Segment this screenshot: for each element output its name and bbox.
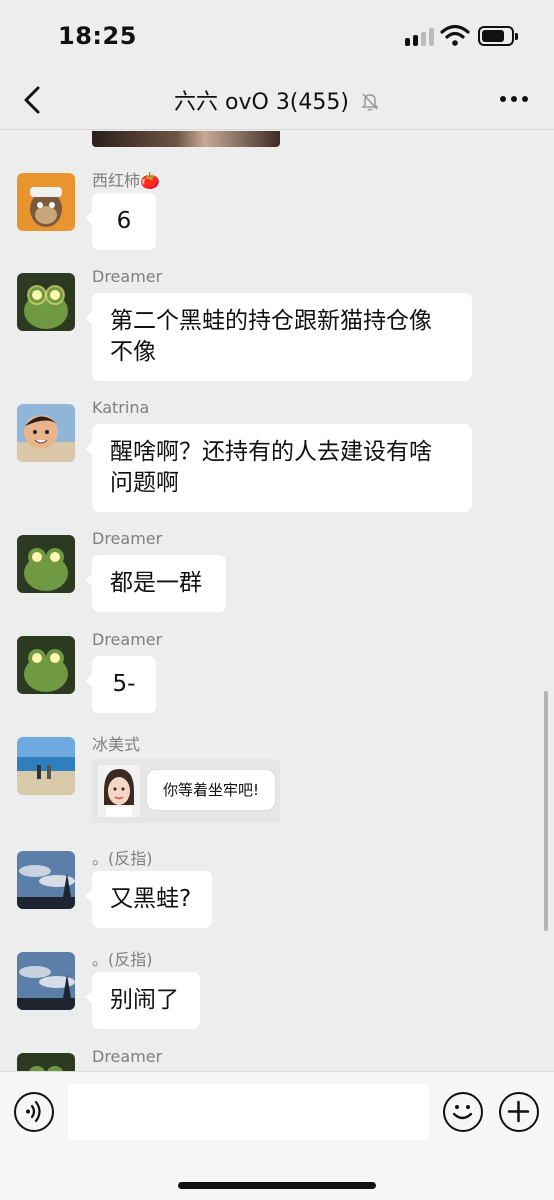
sticker-caption: 你等着坐牢吧! [146, 769, 276, 811]
voice-icon [26, 1100, 41, 1123]
sticker-face-image [98, 765, 140, 817]
wifi-icon [440, 24, 470, 46]
sender-name: 。(反指) [92, 849, 153, 868]
message-bubble[interactable]: 第二个黑蛙的持仓跟新猫持仓像不像 [85, 293, 472, 381]
status-bar: 18:25 [0, 0, 554, 72]
sender-name: Katrina [92, 398, 150, 417]
voice-input-button[interactable] [14, 1092, 54, 1132]
frog-avatar[interactable] [17, 636, 75, 694]
sticker-message[interactable]: 你等着坐牢吧! [92, 759, 280, 823]
child-avatar[interactable] [17, 404, 75, 462]
bored-ape-avatar[interactable] [17, 173, 75, 231]
scrollbar[interactable] [544, 691, 548, 931]
sky-avatar[interactable] [17, 952, 75, 1010]
message-bubble[interactable]: 醒啥啊？还持有的人去建设有啥问题啊 [85, 424, 472, 512]
battery-icon [478, 26, 518, 46]
cellular-signal-icon [405, 28, 435, 46]
smiley-icon [452, 1105, 473, 1120]
message-bubble[interactable]: 都是一群 [85, 555, 226, 612]
beach-avatar[interactable] [17, 737, 75, 795]
previous-image-message[interactable] [92, 131, 280, 147]
message-bubble[interactable]: 又黑蛙? [85, 871, 212, 928]
sender-name: 。(反指) [92, 950, 153, 969]
frog-avatar[interactable] [17, 535, 75, 593]
sender-name: Dreamer [92, 267, 163, 286]
sender-name: 冰美式 [92, 735, 141, 754]
sender-name: 西红柿🍅 [92, 171, 160, 190]
home-indicator[interactable] [178, 1182, 376, 1189]
chat-title-wrap[interactable]: 六六 ovO 3(455) [0, 84, 554, 116]
mute-bell-icon [361, 93, 379, 111]
chat-header: 六六 ovO 3(455) [0, 72, 554, 130]
sender-name: Dreamer [92, 1047, 163, 1066]
emoji-button[interactable] [443, 1092, 483, 1132]
frog-avatar[interactable] [17, 273, 75, 331]
sender-name: Dreamer [92, 630, 163, 649]
sender-name: Dreamer [92, 529, 163, 548]
message-input[interactable] [68, 1084, 429, 1140]
input-bar [0, 1071, 554, 1200]
plus-icon [507, 1100, 530, 1123]
message-list[interactable]: 西红柿🍅 6 Dreamer 第二个黑蛙的持仓跟新猫持仓像不像 Katrina … [0, 131, 554, 1071]
frog-avatar[interactable] [17, 1053, 75, 1071]
message-bubble[interactable]: 6 [85, 193, 156, 250]
more-functions-button[interactable] [499, 1092, 539, 1132]
sky-avatar[interactable] [17, 851, 75, 909]
more-options-icon[interactable] [500, 96, 530, 104]
message-bubble[interactable]: 别闹了 [85, 972, 200, 1029]
chat-title: 六六 ovO 3(455) [174, 90, 349, 115]
status-time: 18:25 [58, 22, 137, 50]
message-bubble[interactable]: 5- [85, 656, 156, 713]
